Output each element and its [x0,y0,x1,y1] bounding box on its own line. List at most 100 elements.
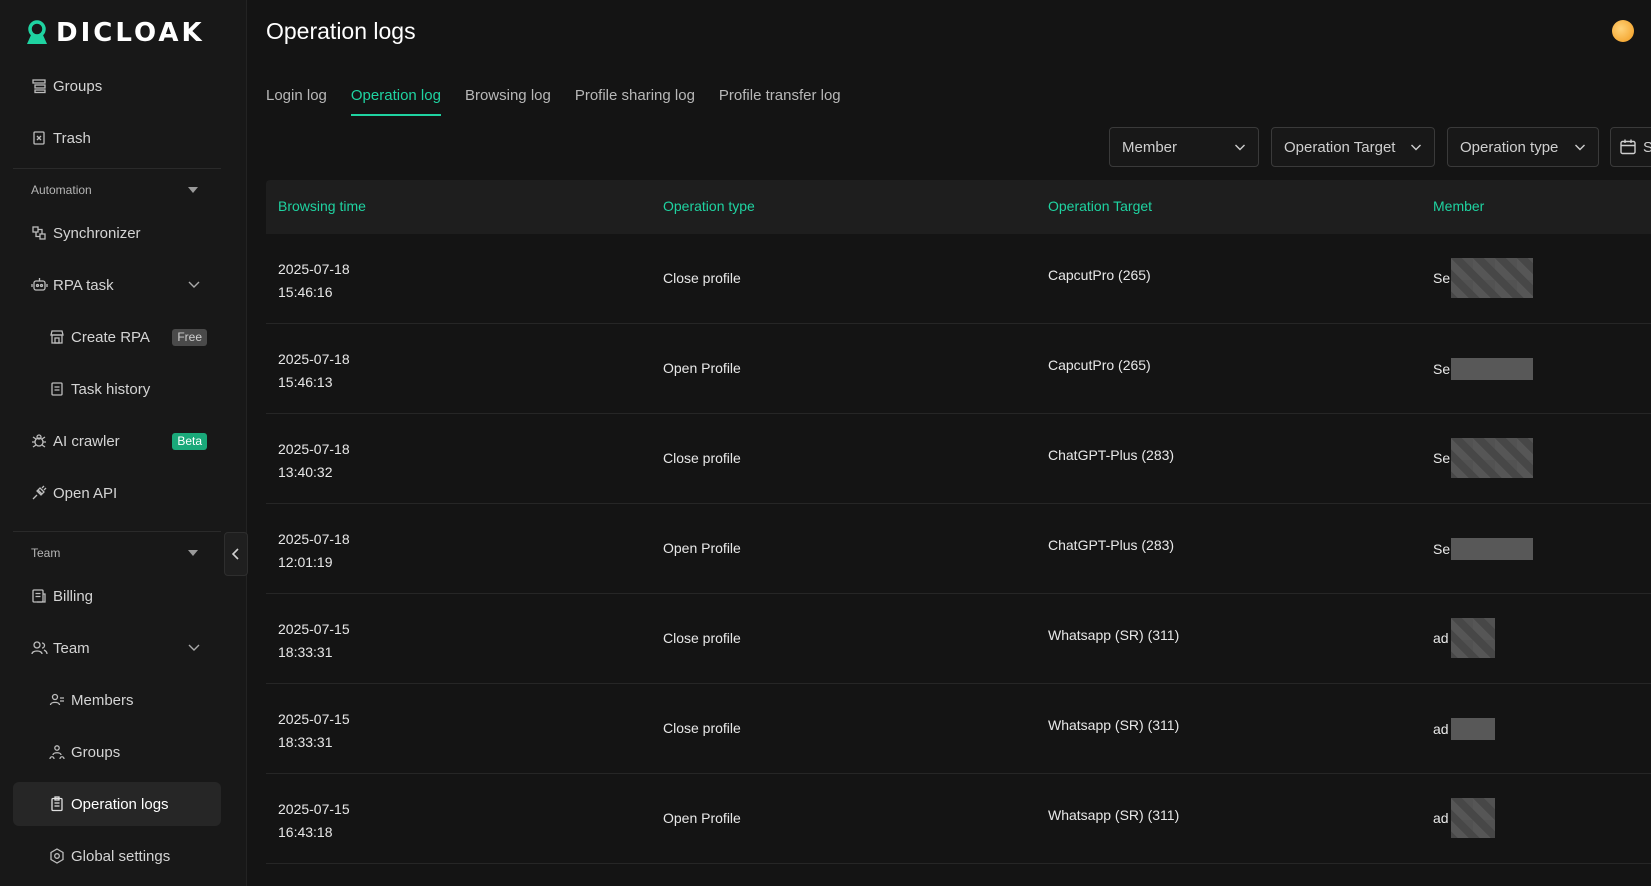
redacted-block [1451,438,1533,478]
operation-type-cell: Close profile [663,720,741,736]
sidebar-item-team-groups[interactable]: Groups [13,730,221,774]
tab-profile-sharing-log[interactable]: Profile sharing log [575,86,695,116]
table-row[interactable]: 2025-07-18 13:40:32 Close profile ChatGPT… [266,414,1651,504]
redacted-block [1451,358,1533,380]
caret-down-icon[interactable] [188,187,198,193]
sidebar-item-open-api[interactable]: Open API [13,471,221,515]
tab-operation-log[interactable]: Operation log [350,86,442,116]
member-cell: Se [1433,258,1533,298]
redacted-block [1451,538,1533,560]
sidebar-item-trash[interactable]: Trash [13,116,221,160]
operation-type-filter[interactable]: Operation type [1447,127,1599,167]
date-text: 2025-07-18 [278,261,350,277]
sidebar-item-label: Open API [53,484,118,502]
column-header[interactable]: Browsing time [278,198,366,214]
operation-type-cell: Close profile [663,450,741,466]
table-row[interactable]: 2025-07-18 15:46:13 Open Profile CapcutPr… [266,324,1651,414]
section-automation-label: Automation [31,183,92,197]
sidebar-item-label: Task history [71,380,151,398]
caret-down-icon[interactable] [188,550,198,556]
members-icon [48,691,66,709]
column-header[interactable]: Operation type [663,198,755,214]
operation-target-cell: CapcutPro (265) [1048,357,1151,373]
redacted-block [1451,798,1495,838]
tab-browsing-log[interactable]: Browsing log [465,86,551,116]
clipboard-icon [48,795,66,813]
sidebar-item-global-settings[interactable]: Global settings [13,834,221,878]
sidebar-item-ai-crawler[interactable]: AI crawler Beta [13,419,221,463]
time-text: 18:33:31 [278,644,333,660]
operation-target-cell: CapcutPro (265) [1048,267,1151,283]
date-range-filter[interactable]: S [1610,127,1651,167]
column-header[interactable]: Operation Target [1048,198,1152,214]
collapse-sidebar-button[interactable] [224,532,248,576]
browsing-time-cell: 2025-07-18 15:46:13 [278,348,418,394]
divider [13,168,221,169]
avatar[interactable] [1612,20,1634,42]
table-row[interactable]: 2025-07-18 15:46:16 Close profile CapcutP… [266,234,1651,324]
sidebar-item-label: Global settings [71,847,171,865]
section-team-label: Team [31,546,61,560]
brand-logo[interactable]: DICLOAK [24,18,205,48]
chevron-down-icon [188,644,200,651]
browsing-time-cell: 2025-07-15 18:33:31 [278,618,418,664]
sidebar-item-task-history[interactable]: Task history [13,367,221,411]
sidebar-item-members[interactable]: Members [13,678,221,722]
settings-icon [48,847,66,865]
sidebar-item-synchronizer[interactable]: Synchronizer [13,211,221,255]
divider [13,531,221,532]
member-text: Se [1433,450,1451,466]
chevron-left-icon [231,548,239,560]
member-cell: ad [1433,798,1495,838]
chevron-down-icon [1235,144,1245,151]
date-filter-label: S [1643,139,1651,156]
sidebar-item-operation-logs[interactable]: Operation logs [13,782,221,826]
tab-profile-transfer-log[interactable]: Profile transfer log [719,86,841,116]
table-row[interactable]: 2025-07-15 16:43:18 Open Profile Whatsapp… [266,774,1651,864]
date-text: 2025-07-15 [278,621,350,637]
time-text: 15:46:16 [278,284,333,300]
date-text: 2025-07-18 [278,441,350,457]
team-icon [30,639,48,657]
date-text: 2025-07-15 [278,711,350,727]
bug-icon [30,432,48,450]
member-cell: ad [1433,718,1495,740]
team-groups-icon [48,743,66,761]
chevron-down-icon [1575,144,1585,151]
chevron-down-icon [188,281,200,288]
sidebar-item-label: Team [53,639,90,657]
sidebar-item-rpa-task[interactable]: RPA task [13,263,221,307]
browsing-time-cell: 2025-07-18 12:01:19 [278,528,418,574]
time-text: 18:33:31 [278,734,333,750]
beta-badge: Beta [172,432,207,450]
sidebar-item-billing[interactable]: Billing [13,574,221,618]
table-row[interactable]: 2025-07-18 12:01:19 Open Profile ChatGPT-… [266,504,1651,594]
operation-target-cell: Whatsapp (SR) (311) [1048,717,1180,733]
member-text: ad [1433,810,1449,826]
table-row[interactable]: 2025-07-15 18:33:31 Close profile Whatsap… [266,684,1651,774]
chevron-down-icon [1411,144,1421,151]
member-filter[interactable]: Member [1109,127,1259,167]
table-row[interactable]: 2025-07-15 18:33:31 Close profile Whatsap… [266,594,1651,684]
sidebar-item-create-rpa[interactable]: Create RPA Free [13,315,221,359]
main-content: Operation logs Login log Operation log B… [248,0,1651,886]
store-icon [48,328,66,346]
column-header[interactable]: Member [1433,198,1484,214]
browsing-time-cell: 2025-07-18 13:40:32 [278,438,418,484]
redacted-block [1451,258,1533,298]
browsing-time-cell: 2025-07-15 18:33:31 [278,708,418,754]
operation-type-cell: Open Profile [663,360,741,376]
sidebar-item-groups[interactable]: Groups [13,64,221,108]
tab-login-log[interactable]: Login log [266,86,327,116]
operation-target-cell: ChatGPT-Plus (283) [1048,447,1175,463]
sidebar-item-team[interactable]: Team [13,626,221,670]
date-text: 2025-07-18 [278,531,350,547]
sidebar-item-label: Synchronizer [53,224,141,242]
browsing-time-cell: 2025-07-18 15:46:16 [278,258,418,304]
calendar-icon [1620,139,1636,155]
synchronizer-icon [30,224,48,242]
operation-target-filter[interactable]: Operation Target [1271,127,1435,167]
member-filter-label: Member [1122,138,1178,156]
operation-type-cell: Close profile [663,630,741,646]
date-text: 2025-07-18 [278,351,350,367]
